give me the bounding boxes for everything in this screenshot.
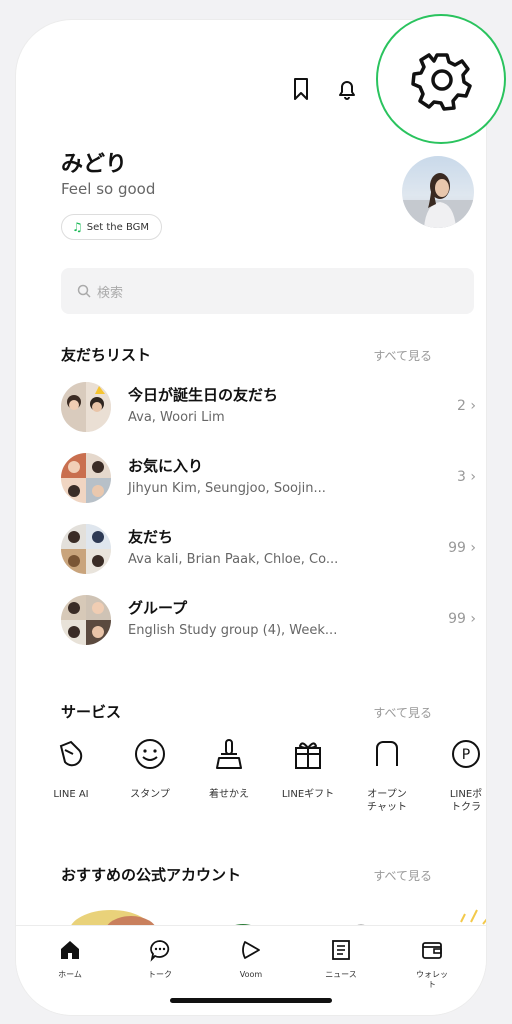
friend-row-title: 今日が誕生日の友だち [128,386,279,404]
friend-row-favorites[interactable]: お気に入り Jihyun Kim, Seungjoo, Soojin... 3 … [61,451,476,507]
settings-button[interactable] [376,14,506,144]
friend-row-groups[interactable]: グループ English Study group (4), Week... 99… [61,593,476,649]
smiley-icon [135,739,165,769]
service-gift[interactable]: LINEギフト [273,736,343,801]
tab-home[interactable]: ホーム [40,938,100,980]
group-avatar [61,524,111,574]
search-field[interactable]: 検索 [61,268,474,314]
friend-row-title: グループ [128,599,188,617]
service-themes[interactable]: 着せかえ [194,736,264,801]
points-icon: P [452,740,480,768]
friend-row-subtitle: Ava, Woori Lim [128,410,225,425]
friend-row-birthday[interactable]: 今日が誕生日の友だち Ava, Woori Lim 2 › [61,380,476,436]
line-ai-icon [59,740,83,767]
brush-icon [216,739,242,769]
friend-row-count: 2 › [457,398,476,414]
search-placeholder: 検索 [97,285,124,301]
gear-icon [411,53,472,111]
services-see-all[interactable]: すべて見る [373,704,432,721]
gift-icon [295,742,321,769]
group-avatar [61,595,111,645]
friend-row-title: お気に入り [128,457,204,475]
bookmark-icon[interactable] [289,76,313,102]
service-label: スタンプ [130,789,170,800]
friend-row-subtitle: Ava kali, Brian Paak, Chloe, Co... [128,552,339,567]
bgm-label: Set the BGM [86,221,150,233]
tab-label: ウォレッ ト [416,970,448,989]
group-avatar [61,382,111,432]
chevron-right-icon: › [470,398,476,414]
group-avatar [61,453,111,503]
chevron-right-icon: › [470,611,476,627]
service-label: LINE AI [53,789,89,800]
friend-row-friends[interactable]: 友だち Ava kali, Brian Paak, Chloe, Co... 9… [61,522,476,578]
friend-row-count: 99 › [448,540,476,556]
openchat-icon [376,741,398,766]
news-icon [332,940,350,960]
tab-wallet[interactable]: ウォレッ ト [402,938,462,990]
bottom-tab-bar: ホーム トーク Voom ニュース ウォレッ ト [16,925,486,1015]
search-icon [77,284,91,298]
tab-label: Voom [239,970,263,979]
svg-text:P: P [462,747,470,763]
chevron-right-icon: › [470,540,476,556]
bell-icon[interactable] [335,76,359,102]
music-note-icon: ♫ [72,220,83,234]
service-label: オープン チャット [367,789,407,813]
tab-voom[interactable]: Voom [221,938,281,980]
friend-row-count: 3 › [457,469,476,485]
service-line-ai[interactable]: LINE AI [36,736,106,801]
service-label: LINEギフト [281,789,335,800]
friend-row-subtitle: English Study group (4), Week... [128,623,338,638]
services-title: サービス [61,703,122,721]
friends-list-title: 友だちリスト [61,346,152,364]
official-see-all[interactable]: すべて見る [373,867,432,884]
official-accounts-title: おすすめの公式アカウント [61,866,242,884]
bgm-button[interactable]: ♫ Set the BGM [61,214,163,240]
wallet-icon [422,942,442,959]
chevron-right-icon: › [470,469,476,485]
tab-chats[interactable]: トーク [130,938,190,980]
status-message[interactable]: Feel so good [61,180,155,198]
friend-row-count: 99 › [448,611,476,627]
service-label: 着せかえ [209,789,249,800]
tab-news[interactable]: ニュース [311,938,371,980]
profile-name[interactable]: みどり [61,146,127,178]
voom-icon [242,941,260,959]
home-icon [61,941,79,959]
tab-label: トーク [148,970,172,979]
home-indicator [170,998,332,1003]
tab-label: ニュース [325,970,357,979]
service-stamps[interactable]: スタンプ [115,736,185,801]
friend-row-title: 友だち [128,528,174,546]
friends-see-all[interactable]: すべて見る [373,347,432,364]
friend-row-subtitle: Jihyun Kim, Seungjoo, Soojin... [128,481,326,496]
service-points[interactable]: P LINEポ トクラ [431,736,486,814]
home-screen: みどり Feel so good ♫ Set the BGM 検索 友だちリスト… [16,20,486,1015]
service-label: LINEポ トクラ [449,789,483,813]
chat-icon [150,940,170,962]
tab-label: ホーム [58,970,82,979]
service-openchat[interactable]: オープン チャット [352,736,422,814]
profile-avatar[interactable] [402,156,474,228]
